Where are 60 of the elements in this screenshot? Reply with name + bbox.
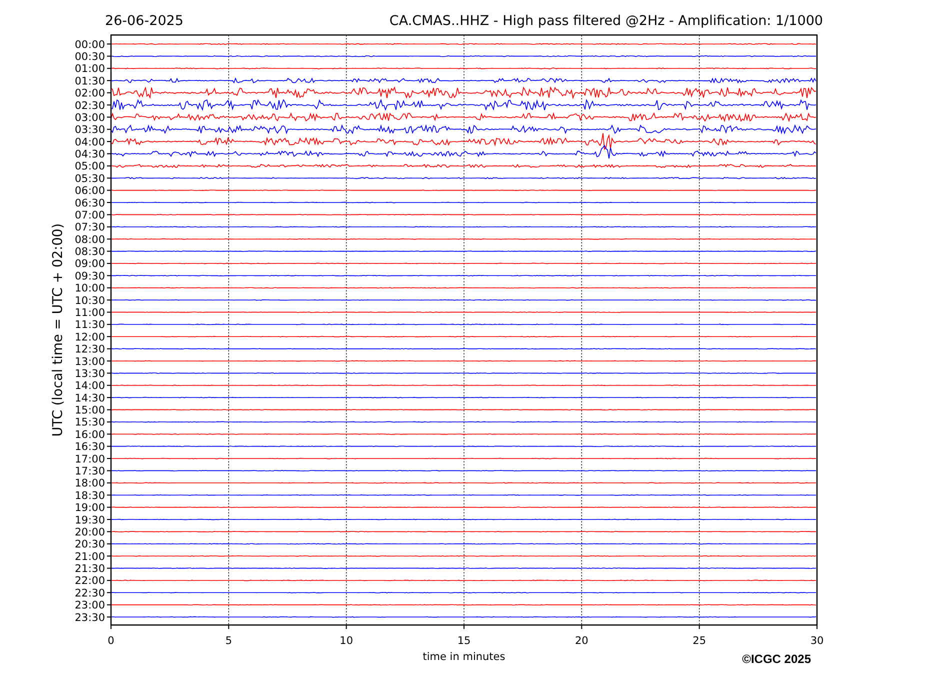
y-tick-label: 23:00 xyxy=(74,600,105,612)
y-tick-label: 02:30 xyxy=(74,100,105,112)
x-tick-label: 5 xyxy=(225,635,232,647)
y-tick-label: 21:00 xyxy=(74,550,105,563)
y-tick-label: 14:30 xyxy=(74,392,105,404)
y-tick-label: 11:30 xyxy=(74,319,105,332)
y-tick-label: 01:30 xyxy=(74,75,105,88)
y-tick-label: 08:30 xyxy=(74,246,105,258)
y-tick-label: 19:00 xyxy=(74,502,105,514)
y-tick-label: 20:00 xyxy=(74,526,105,538)
y-tick-label: 16:30 xyxy=(74,441,105,454)
y-tick-label: 09:00 xyxy=(74,258,105,270)
y-tick-label: 20:30 xyxy=(74,538,105,551)
x-tick-label: 0 xyxy=(108,635,114,647)
y-tick-label: 15:00 xyxy=(74,404,105,417)
y-tick-label: 01:00 xyxy=(74,63,105,76)
y-tick-label: 12:00 xyxy=(74,331,105,344)
y-tick-label: 03:00 xyxy=(74,112,105,124)
y-tick-label: 17:00 xyxy=(74,453,105,466)
y-tick-label: 21:30 xyxy=(74,563,105,576)
y-tick-label: 19:30 xyxy=(74,514,105,526)
x-tick-label: 30 xyxy=(810,635,824,647)
y-tick-label: 11:00 xyxy=(74,307,105,320)
y-tick-label: 22:30 xyxy=(74,587,105,600)
y-tick-label: 16:00 xyxy=(74,428,105,441)
y-tick-label: 00:30 xyxy=(74,51,105,63)
y-tick-label: 13:00 xyxy=(74,356,105,368)
y-tick-label: 09:30 xyxy=(74,270,105,282)
x-axis-label: time in minutes xyxy=(422,651,506,663)
x-tick-label: 15 xyxy=(457,635,471,647)
y-axis-label: UTC (local time = UTC + 02:00) xyxy=(50,223,66,437)
y-tick-label: 13:30 xyxy=(74,368,105,380)
y-tick-label: 06:30 xyxy=(74,197,105,210)
y-tick-label: 10:30 xyxy=(74,294,105,307)
y-tick-label: 04:30 xyxy=(74,148,105,161)
copyright-text: ©ICGC 2025 xyxy=(742,652,811,666)
y-tick-label: 08:00 xyxy=(74,234,105,246)
y-tick-label: 23:30 xyxy=(74,612,105,624)
y-tick-label: 03:30 xyxy=(74,124,105,136)
y-tick-label: 06:00 xyxy=(74,185,105,198)
plot-date: 26-06-2025 xyxy=(105,13,184,29)
y-tick-label: 18:30 xyxy=(74,490,105,502)
x-tick-label: 25 xyxy=(692,635,706,647)
y-tick-label: 15:30 xyxy=(74,416,105,429)
x-tick-label: 10 xyxy=(340,635,354,647)
y-tick-label: 07:00 xyxy=(74,209,105,222)
y-tick-label: 22:00 xyxy=(74,575,105,588)
y-tick-label: 17:30 xyxy=(74,466,105,478)
y-tick-label: 07:30 xyxy=(74,222,105,234)
y-tick-label: 05:00 xyxy=(74,160,105,173)
y-tick-label: 18:00 xyxy=(74,478,105,490)
y-tick-label: 02:00 xyxy=(74,88,105,100)
y-tick-label: 04:00 xyxy=(74,136,105,148)
y-tick-label: 00:00 xyxy=(74,38,105,51)
y-tick-label: 10:00 xyxy=(74,282,105,295)
y-tick-label: 12:30 xyxy=(74,344,105,356)
y-tick-label: 05:30 xyxy=(74,172,105,185)
plot-title: CA.CMAS..HHZ - High pass filtered @2Hz - Amplification: 1/1000 xyxy=(389,13,823,29)
x-tick-label: 20 xyxy=(574,635,588,647)
y-tick-label: 14:00 xyxy=(74,380,105,392)
